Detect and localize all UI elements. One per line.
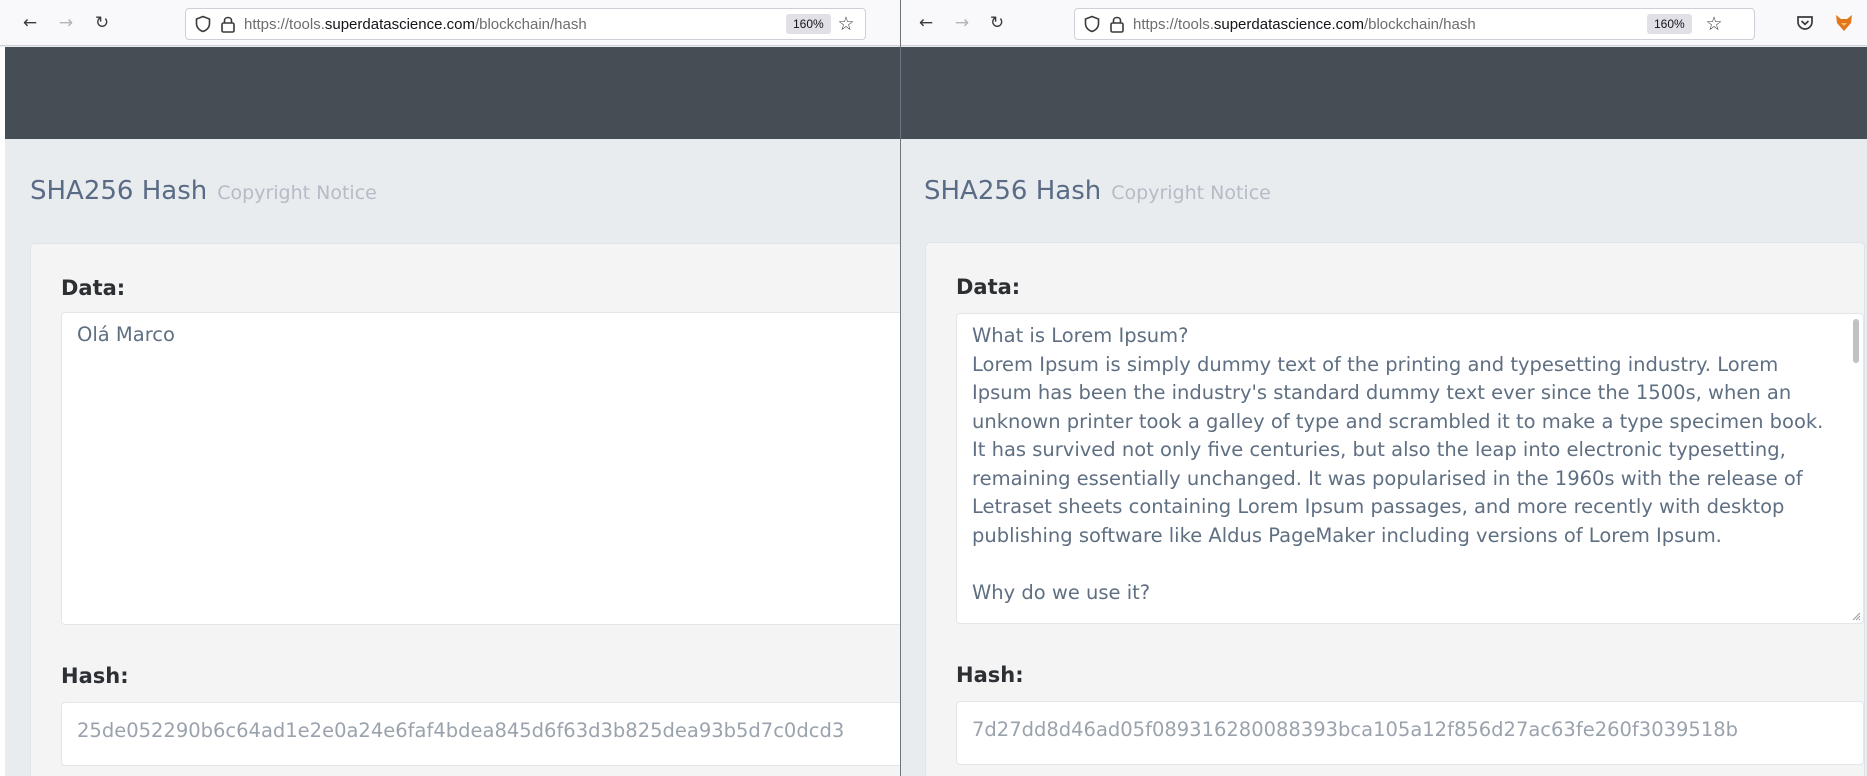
browser-toolbar: ← → ↻ https://tools.superdatascience.com…	[0, 0, 900, 46]
reload-icon[interactable]: ↻	[90, 11, 114, 35]
forward-arrow-icon[interactable]: →	[54, 11, 78, 35]
url-text[interactable]: https://tools.superdatascience.com/block…	[1133, 16, 1476, 33]
hash-card: Data: What is Lorem Ipsum? Lorem Ipsum i…	[925, 242, 1865, 776]
hash-label: Hash:	[956, 663, 1024, 687]
fox-extension-icon[interactable]	[1833, 12, 1855, 34]
tracking-shield-icon[interactable]	[1083, 15, 1101, 33]
page-edge	[0, 47, 5, 776]
url-path: /blockchain/hash	[474, 16, 587, 33]
url-text[interactable]: https://tools.superdatascience.com/block…	[244, 16, 587, 33]
url-path: /blockchain/hash	[1363, 16, 1476, 33]
hash-value: 7d27dd8d46ad05f089316280088393bca105a12f…	[972, 718, 1739, 741]
resize-grip-icon[interactable]	[1851, 611, 1861, 621]
hash-label: Hash:	[61, 664, 129, 688]
site-navbar	[901, 47, 1867, 139]
back-arrow-icon[interactable]: ←	[914, 11, 938, 35]
browser-toolbar: ← → ↻ https://tools.superdatascience.com…	[901, 0, 1867, 46]
right-browser-window: ← → ↻ https://tools.superdatascience.com…	[901, 0, 1867, 776]
star-icon[interactable]: ☆	[1703, 12, 1725, 36]
reload-icon[interactable]: ↻	[985, 11, 1009, 35]
data-textarea[interactable]: Olá Marco	[61, 312, 900, 625]
page-heading: SHA256 Hash Copyright Notice	[30, 176, 377, 206]
site-navbar	[4, 47, 900, 139]
url-bar[interactable]: https://tools.superdatascience.com/block…	[1074, 8, 1755, 40]
data-textarea[interactable]: What is Lorem Ipsum? Lorem Ipsum is simp…	[956, 313, 1864, 624]
url-domain: superdatascience.com	[324, 16, 475, 33]
copyright-notice-link[interactable]: Copyright Notice	[1111, 182, 1271, 204]
zoom-level-badge[interactable]: 160%	[786, 14, 831, 34]
lock-icon[interactable]	[1109, 15, 1125, 33]
url-prefix: https://tools.	[1133, 16, 1214, 33]
copyright-notice-link[interactable]: Copyright Notice	[217, 182, 377, 204]
data-label: Data:	[61, 276, 126, 300]
tracking-shield-icon[interactable]	[194, 15, 212, 33]
url-domain: superdatascience.com	[1213, 16, 1364, 33]
back-arrow-icon[interactable]: ←	[18, 11, 42, 35]
data-label: Data:	[956, 275, 1021, 299]
data-textarea-value: What is Lorem Ipsum? Lorem Ipsum is simp…	[972, 324, 1824, 604]
zoom-level-badge[interactable]: 160%	[1647, 14, 1692, 34]
url-bar[interactable]: https://tools.superdatascience.com/block…	[185, 8, 866, 40]
hash-card: Data: Olá Marco Hash: 25de052290b6c64ad1…	[30, 243, 900, 776]
page-title: SHA256 Hash	[924, 176, 1102, 206]
page-heading: SHA256 Hash Copyright Notice	[924, 176, 1271, 206]
left-browser-window: ← → ↻ https://tools.superdatascience.com…	[0, 0, 900, 776]
textarea-scrollbar[interactable]	[1853, 319, 1859, 363]
forward-arrow-icon[interactable]: →	[950, 11, 974, 35]
data-textarea-value: Olá Marco	[77, 323, 175, 346]
page-title: SHA256 Hash	[30, 176, 208, 206]
pocket-icon[interactable]	[1794, 12, 1816, 34]
hash-output: 7d27dd8d46ad05f089316280088393bca105a12f…	[956, 701, 1864, 765]
hash-value: 25de052290b6c64ad1e2e0a24e6faf4bdea845d6…	[77, 719, 845, 742]
hash-output: 25de052290b6c64ad1e2e0a24e6faf4bdea845d6…	[61, 702, 900, 766]
star-icon[interactable]: ☆	[835, 12, 857, 36]
lock-icon[interactable]	[220, 15, 236, 33]
url-prefix: https://tools.	[244, 16, 325, 33]
